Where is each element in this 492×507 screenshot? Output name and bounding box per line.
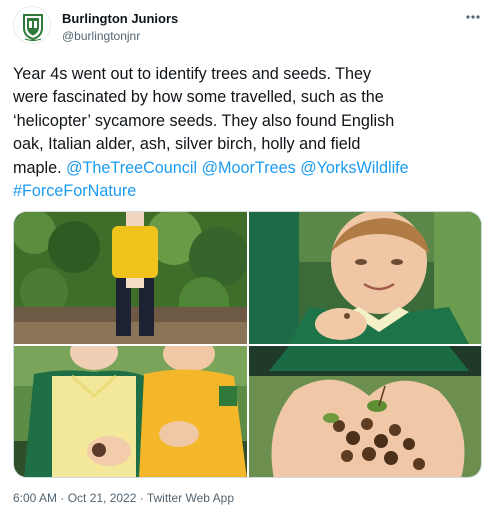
- mention-link[interactable]: @YorksWildlife: [300, 159, 409, 177]
- tweet-timestamp[interactable]: 6:00 AM · Oct 21, 2022 · Twitter Web App: [13, 491, 234, 505]
- author-name[interactable]: Burlington Juniors: [62, 11, 178, 26]
- photo-boy-holding-seed[interactable]: [249, 212, 481, 344]
- tweet: Burlington Juniors @burlingtonjnr Year 4…: [0, 0, 492, 507]
- tweet-text-line: Year 4s went out to identify trees and s…: [13, 65, 372, 83]
- more-options-icon: [466, 15, 480, 19]
- tweet-text-line-with-mentions: maple. @TheTreeCouncil @MoorTrees @Yorks…: [13, 157, 479, 180]
- hashtag-link[interactable]: #ForceForNature: [13, 182, 136, 200]
- tweet-text-line: maple.: [13, 158, 62, 177]
- photo-two-children[interactable]: [14, 346, 247, 477]
- two-children-photo: [14, 346, 247, 477]
- hands-with-cones-photo: [249, 346, 481, 477]
- mention-link[interactable]: @MoorTrees: [202, 159, 296, 177]
- school-crest-icon: [14, 7, 50, 43]
- more-options-button[interactable]: [462, 8, 484, 26]
- boy-holding-seed-photo: [249, 212, 481, 344]
- author-handle[interactable]: @burlingtonjnr: [62, 29, 140, 43]
- child-with-seeds-photo: [14, 212, 247, 344]
- tweet-text-line: ‘helicopter’ sycamore seeds. They also f…: [13, 111, 395, 130]
- tweet-text-line: oak, Italian alder, ash, silver birch, h…: [13, 135, 361, 154]
- media-grid: [13, 211, 482, 478]
- avatar[interactable]: [13, 6, 51, 44]
- tweet-text-line: were fascinated by how some travelled, s…: [13, 88, 384, 107]
- photo-hands-with-cones[interactable]: [249, 346, 481, 477]
- tweet-text: Year 4s went out to identify trees and s…: [13, 63, 479, 203]
- photo-child-with-seeds[interactable]: [14, 212, 247, 344]
- mention-link[interactable]: @TheTreeCouncil: [66, 159, 197, 177]
